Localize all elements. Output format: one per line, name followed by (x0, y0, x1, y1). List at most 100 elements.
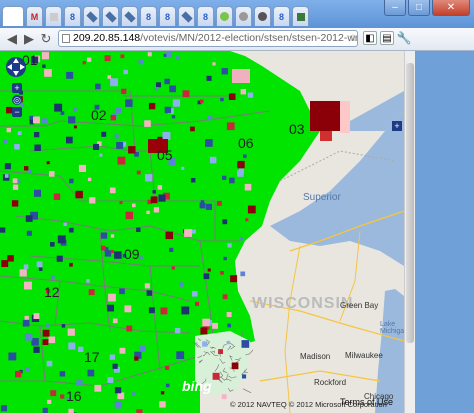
tab-7[interactable] (121, 6, 138, 26)
precinct-marker (41, 118, 48, 124)
google-icon: 8 (164, 11, 170, 22)
tab-2[interactable]: M (26, 6, 43, 26)
precinct-marker (76, 379, 83, 386)
zoom-in-button[interactable]: + (12, 83, 22, 93)
district-label-09: 09 (124, 246, 140, 262)
precinct-marker (25, 367, 30, 372)
precinct-marker (147, 52, 152, 57)
tab-9[interactable]: 8 (159, 6, 176, 26)
precinct-marker (245, 218, 249, 222)
url-host: 209.20.85.148 (73, 32, 141, 44)
map-canvas (0, 51, 404, 413)
precinct-marker (174, 327, 181, 334)
precinct-marker (68, 342, 76, 350)
district-label-02: 02 (91, 107, 107, 123)
back-button[interactable]: ◀ (4, 31, 20, 47)
district-label-12: 12 (44, 284, 60, 300)
tab-4[interactable]: 8 (64, 6, 81, 26)
precinct-marker (165, 231, 173, 240)
precinct-marker (19, 269, 27, 277)
precinct-marker (169, 85, 176, 93)
terms-of-use-link[interactable]: Terms of Use (340, 397, 393, 407)
precinct-marker (160, 307, 168, 315)
precinct-marker (202, 318, 210, 327)
extension-button[interactable]: ◧ (363, 31, 377, 45)
precinct-marker (221, 394, 227, 400)
district-label-03: 03 (289, 121, 305, 137)
precinct-marker (220, 97, 224, 102)
precinct-marker (42, 407, 48, 413)
precinct-marker (87, 57, 92, 62)
precinct-marker (163, 53, 167, 57)
precinct-marker (115, 107, 122, 114)
precinct-marker (24, 315, 29, 321)
layer-switcher-button[interactable]: + (392, 121, 402, 131)
close-icon: ✕ (446, 2, 456, 13)
precinct-marker (216, 200, 222, 206)
precinct-marker (176, 351, 185, 359)
precinct-marker (199, 202, 206, 209)
tab-14[interactable] (254, 6, 271, 26)
precinct-marker (166, 383, 170, 388)
maximize-button[interactable]: □ (408, 0, 430, 16)
pan-control[interactable] (5, 56, 27, 78)
precinct-marker (114, 251, 122, 259)
precinct-marker (24, 333, 33, 341)
precinct-marker (192, 291, 198, 297)
plus-icon: + (14, 83, 20, 93)
precinct-marker (75, 190, 83, 199)
precinct-marker (144, 283, 150, 289)
precinct-marker (107, 304, 114, 312)
precinct-marker (34, 189, 41, 197)
close-window-button[interactable]: ✕ (432, 0, 470, 16)
bookmark-star-button[interactable]: ☆ (346, 31, 360, 45)
precinct-marker (165, 365, 170, 370)
precinct-marker (237, 170, 244, 177)
precinct-marker (119, 347, 126, 354)
forward-button[interactable]: ▶ (21, 31, 37, 47)
precinct-marker (47, 399, 52, 404)
precinct-marker (101, 131, 107, 137)
tab-13[interactable] (235, 6, 252, 26)
precinct-marker (4, 174, 9, 178)
precinct-marker (222, 175, 227, 180)
pan-arrows-icon (6, 57, 26, 77)
zoom-out-button[interactable]: − (12, 107, 22, 117)
election-map[interactable]: 01 02 03 05 06 09 12 17 16 Superior WISC… (0, 51, 404, 413)
reload-button[interactable]: ↻ (38, 31, 54, 47)
scrollbar-thumb[interactable] (406, 63, 414, 343)
precinct-marker (93, 143, 100, 150)
page-menu-button[interactable]: ▤ (380, 31, 394, 45)
precinct-marker (22, 319, 30, 327)
minimize-button[interactable]: – (384, 0, 406, 16)
precinct-marker (181, 166, 185, 170)
tab-15[interactable]: 8 (273, 6, 290, 26)
city-green-bay: Green Bay (340, 301, 379, 310)
tab-12[interactable] (216, 6, 233, 26)
site-icon (258, 12, 267, 21)
precinct-marker (125, 211, 133, 220)
settings-button[interactable]: 🔧 (397, 31, 412, 45)
lake-michigan-label: Lake Michigan (380, 321, 404, 335)
precinct-marker (202, 341, 208, 347)
tab-6[interactable] (102, 6, 119, 26)
tab-1[interactable] (2, 6, 24, 26)
tab-5[interactable] (83, 6, 100, 26)
precinct-marker (182, 90, 190, 98)
precinct-marker (112, 363, 118, 369)
precinct-marker (244, 183, 252, 191)
district-label-17: 17 (84, 349, 100, 365)
tab-10[interactable] (178, 6, 195, 26)
tab-3[interactable] (45, 6, 62, 26)
precinct-marker (212, 322, 218, 329)
minimize-icon: – (392, 2, 398, 13)
precinct-marker (120, 54, 125, 59)
precinct-marker (228, 93, 236, 100)
zoom-world-button[interactable]: ◎ (12, 95, 22, 105)
tab-16[interactable] (292, 6, 309, 26)
precinct-marker (172, 99, 181, 107)
tab-11[interactable]: 8 (197, 6, 214, 26)
tab-8[interactable]: 8 (140, 6, 157, 26)
address-bar[interactable]: 209.20.85.148/votevis/MN/2012-election/s… (58, 30, 358, 47)
precinct-marker (220, 271, 224, 275)
